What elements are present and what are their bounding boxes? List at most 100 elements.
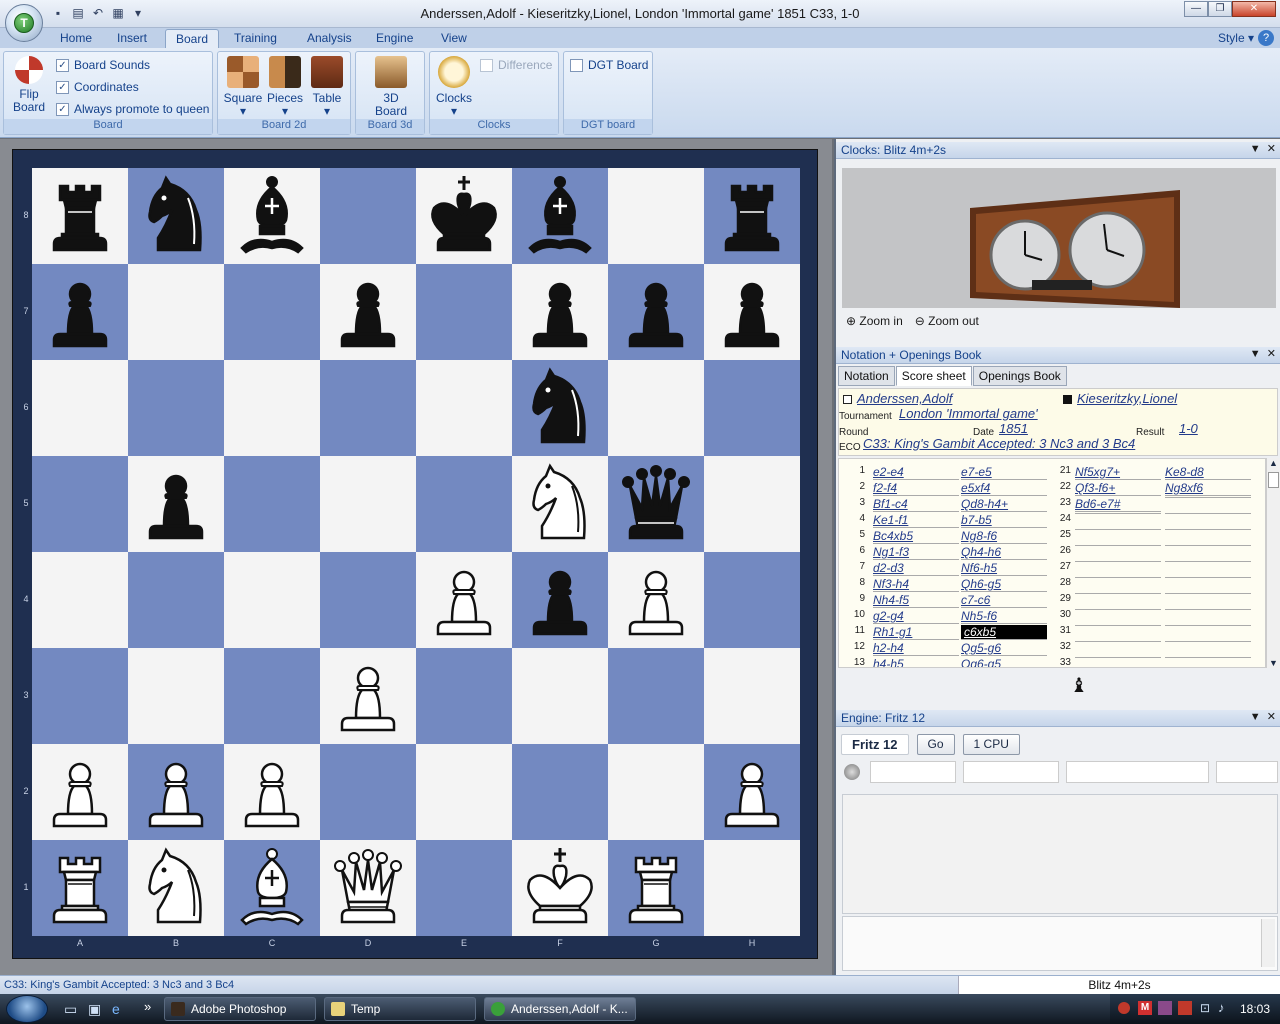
- move-cell[interactable]: [1075, 545, 1161, 546]
- square-f2[interactable]: [512, 744, 608, 840]
- scroll-up-icon[interactable]: ▲: [1267, 458, 1280, 468]
- white-king-icon[interactable]: [512, 840, 608, 936]
- move-cell[interactable]: Rh1-g1: [873, 625, 959, 640]
- move-cell[interactable]: h4-h5: [873, 657, 959, 667]
- volume-icon[interactable]: ♪: [1218, 1000, 1225, 1015]
- square-b1[interactable]: [128, 840, 224, 936]
- move-cell[interactable]: [1165, 593, 1251, 594]
- square-g1[interactable]: [608, 840, 704, 936]
- square-d2[interactable]: [320, 744, 416, 840]
- move-cell[interactable]: Nh4-f5: [873, 593, 959, 608]
- move-cell[interactable]: Qh6-g5: [961, 577, 1047, 592]
- white-knight-icon[interactable]: [512, 456, 608, 552]
- move-cell[interactable]: Ng8-f6: [961, 529, 1047, 544]
- square-e1[interactable]: [416, 840, 512, 936]
- black-player[interactable]: Kieseritzky,Lionel: [1077, 391, 1177, 406]
- square-d4[interactable]: [320, 552, 416, 648]
- square-e7[interactable]: [416, 264, 512, 360]
- square-d1[interactable]: [320, 840, 416, 936]
- move-cell[interactable]: c6xb5: [961, 625, 1047, 640]
- move-cell[interactable]: f2-f4: [873, 481, 959, 496]
- white-pawn-icon[interactable]: [128, 744, 224, 840]
- square-g3[interactable]: [608, 648, 704, 744]
- move-cell[interactable]: Qh4-h6: [961, 545, 1047, 560]
- move-cell[interactable]: Ke8-d8: [1165, 465, 1251, 480]
- move-cell[interactable]: [1165, 545, 1251, 546]
- black-king-icon[interactable]: [416, 168, 512, 264]
- white-bishop-icon[interactable]: [224, 840, 320, 936]
- move-cell[interactable]: Qg5-g6: [961, 641, 1047, 656]
- square-c5[interactable]: [224, 456, 320, 552]
- move-cell[interactable]: [1165, 513, 1251, 514]
- square-c6[interactable]: [224, 360, 320, 456]
- move-cell[interactable]: h2-h4: [873, 641, 959, 656]
- square-f1[interactable]: [512, 840, 608, 936]
- network-icon[interactable]: ⊡: [1200, 1001, 1210, 1015]
- black-pawn-icon[interactable]: [320, 264, 416, 360]
- square-b4[interactable]: [128, 552, 224, 648]
- difference-checkbox[interactable]: Difference: [480, 58, 552, 72]
- move-cell[interactable]: [1165, 641, 1251, 642]
- square-b6[interactable]: [128, 360, 224, 456]
- white-knight-icon[interactable]: [128, 840, 224, 936]
- square-f4[interactable]: [512, 552, 608, 648]
- pieces-button[interactable]: Pieces ▾: [265, 56, 305, 118]
- move-cell[interactable]: [1165, 625, 1251, 626]
- move-cell[interactable]: [1075, 657, 1161, 658]
- tab-notation[interactable]: Notation: [838, 366, 895, 386]
- tab-engine[interactable]: Engine: [366, 29, 423, 48]
- move-cell[interactable]: Ng1-f3: [873, 545, 959, 560]
- panel-close-icon[interactable]: ✕: [1267, 348, 1276, 360]
- cpu-button[interactable]: 1 CPU: [962, 734, 1020, 755]
- square-h1[interactable]: [704, 840, 800, 936]
- move-cell[interactable]: e7-e5: [961, 465, 1047, 480]
- white-pawn-icon[interactable]: [608, 552, 704, 648]
- table-button[interactable]: Table ▾: [307, 56, 347, 118]
- move-cell[interactable]: g2-g4: [873, 609, 959, 624]
- move-cell[interactable]: [1075, 593, 1161, 594]
- white-rook-icon[interactable]: [32, 840, 128, 936]
- clocks-button[interactable]: Clocks ▾: [435, 56, 473, 118]
- zoom-out-button[interactable]: ⊖ Zoom out: [915, 314, 979, 328]
- tab-openings-book[interactable]: Openings Book: [972, 366, 1067, 386]
- move-cell[interactable]: Bc4xb5: [873, 529, 959, 544]
- result-value[interactable]: 1-0: [1179, 421, 1198, 436]
- square-f8[interactable]: [512, 168, 608, 264]
- maximize-button[interactable]: ❐: [1208, 1, 1232, 17]
- move-cell[interactable]: Nf3-h4: [873, 577, 959, 592]
- square-d3[interactable]: [320, 648, 416, 744]
- taskbar-photoshop[interactable]: Adobe Photoshop: [164, 997, 316, 1021]
- move-cell[interactable]: [1165, 609, 1251, 610]
- internet-explorer-icon[interactable]: e: [112, 1001, 120, 1017]
- square-c1[interactable]: [224, 840, 320, 936]
- taskbar-temp[interactable]: Temp: [324, 997, 476, 1021]
- security-icon[interactable]: [1118, 1002, 1130, 1014]
- black-knight-icon[interactable]: [128, 168, 224, 264]
- engine-scrollbar[interactable]: [1261, 919, 1275, 967]
- eco-value[interactable]: C33: King's Gambit Accepted: 3 Nc3 and 3…: [863, 436, 1135, 451]
- move-cell[interactable]: Ng8xf6: [1165, 481, 1251, 496]
- move-cell[interactable]: e2-e4: [873, 465, 959, 480]
- tab-training[interactable]: Training: [224, 29, 287, 48]
- square-g2[interactable]: [608, 744, 704, 840]
- move-cell[interactable]: Bd6-e7#: [1075, 497, 1161, 512]
- square-h7[interactable]: [704, 264, 800, 360]
- black-bishop-icon[interactable]: [224, 168, 320, 264]
- more-icon[interactable]: »: [144, 999, 151, 1014]
- white-rook-icon[interactable]: [608, 840, 704, 936]
- square-d6[interactable]: [320, 360, 416, 456]
- antivirus-icon[interactable]: M: [1138, 1001, 1152, 1015]
- move-cell[interactable]: e5xf4: [961, 481, 1047, 496]
- white-pawn-icon[interactable]: [224, 744, 320, 840]
- move-cell[interactable]: [1165, 657, 1251, 658]
- panel-menu-icon[interactable]: ▼: [1250, 143, 1261, 155]
- move-cell[interactable]: d2-d3: [873, 561, 959, 576]
- black-pawn-icon[interactable]: [512, 552, 608, 648]
- tab-insert[interactable]: Insert: [107, 29, 157, 48]
- move-cell[interactable]: [1165, 561, 1251, 562]
- square-b7[interactable]: [128, 264, 224, 360]
- square-h3[interactable]: [704, 648, 800, 744]
- black-knight-icon[interactable]: [512, 360, 608, 456]
- move-cell[interactable]: [1075, 561, 1161, 562]
- tab-score-sheet[interactable]: Score sheet: [895, 366, 972, 386]
